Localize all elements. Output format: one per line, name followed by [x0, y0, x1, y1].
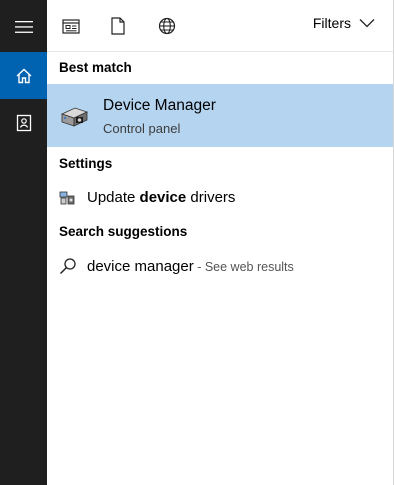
apps-icon	[62, 18, 80, 34]
hamburger-menu-button[interactable]	[0, 3, 47, 50]
device-manager-icon	[60, 107, 89, 127]
search-suggestions-heading: Search suggestions	[59, 224, 188, 239]
home-button[interactable]	[0, 52, 47, 99]
suggestion-query: device manager	[87, 258, 194, 275]
best-match-item[interactable]: Device Manager Control panel	[47, 84, 393, 147]
filters-dropdown[interactable]: Filters	[313, 15, 375, 31]
setting-label-suffix: drivers	[186, 189, 236, 206]
documents-icon	[111, 17, 125, 35]
device-settings-icon	[59, 191, 75, 205]
web-filter-button[interactable]	[155, 12, 179, 40]
best-match-name: Device Manager	[103, 97, 216, 114]
setting-label-bold: device	[139, 189, 187, 206]
suggestion-hint: - See web results	[193, 260, 294, 274]
documents-filter-button[interactable]	[106, 12, 130, 40]
notebook-button[interactable]	[0, 99, 47, 146]
search-results-panel: Filters Best match Device Manager Contro…	[47, 0, 394, 485]
settings-heading: Settings	[59, 156, 113, 171]
left-rail	[0, 0, 47, 485]
search-icon	[59, 258, 76, 275]
search-suggestion-label: device manager - See web results	[87, 258, 294, 275]
best-match-heading: Best match	[59, 60, 132, 75]
filters-label: Filters	[312, 15, 351, 31]
setting-label: Update device drivers	[87, 189, 235, 206]
notebook-icon	[16, 114, 31, 131]
home-icon	[16, 68, 31, 83]
apps-filter-button[interactable]	[59, 12, 83, 40]
hamburger-menu-icon	[14, 20, 33, 33]
best-match-subtitle: Control panel	[103, 121, 181, 136]
search-suggestion-item[interactable]: device manager - See web results	[47, 250, 393, 282]
setting-update-device-drivers[interactable]: Update device drivers	[47, 182, 393, 214]
filter-toolbar: Filters	[47, 0, 393, 52]
web-icon	[158, 17, 176, 35]
setting-label-prefix: Update	[87, 189, 140, 206]
chevron-down-icon	[359, 19, 375, 28]
